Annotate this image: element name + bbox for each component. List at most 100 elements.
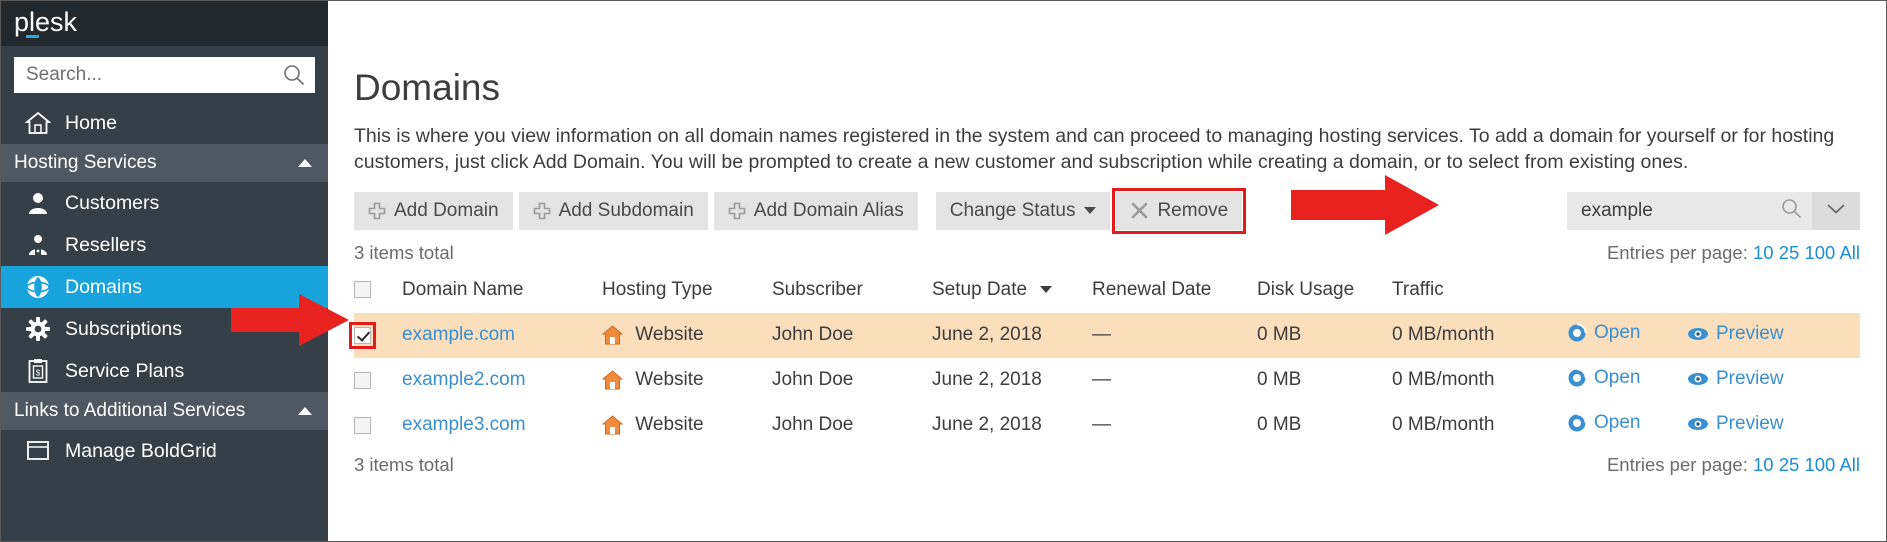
cell-open-action: Open [1567,358,1687,403]
preview-link[interactable]: Preview [1687,413,1784,435]
cell-open-action: Open [1567,313,1687,358]
globe-icon [23,274,53,300]
table-body: example.com Website John Doe June 2, 201… [354,313,1860,448]
entries-option-25[interactable]: 25 [1779,242,1800,263]
sidebar-item-subscriptions[interactable]: Subscriptions [1,308,328,350]
plesk-logo[interactable]: plesk [14,9,77,39]
sidebar-group-hosting-services[interactable]: Hosting Services [1,144,328,182]
domains-table: Domain Name Hosting Type Subscriber Setu… [354,273,1860,448]
sidebar-item-domains[interactable]: Domains [1,266,328,308]
clipboard-icon: $ [23,358,53,384]
filter-search-input[interactable] [1579,199,1781,223]
preview-label: Preview [1716,368,1784,390]
domain-link[interactable]: example2.com [402,369,526,390]
row-checkbox[interactable] [354,417,371,434]
open-icon [1567,368,1587,388]
open-link[interactable]: Open [1567,367,1640,389]
add-subdomain-button[interactable]: Add Subdomain [519,192,708,230]
cell-domain-name: example2.com [402,358,602,403]
plus-icon [533,202,551,220]
column-header-preview-action [1687,273,1860,313]
search-icon [283,64,305,86]
logo-underline-accent [26,35,39,38]
chevron-up-icon [298,407,312,415]
open-label: Open [1594,367,1640,389]
cell-preview-action: Preview [1687,403,1860,448]
column-header-traffic[interactable]: Traffic [1392,273,1567,313]
filter-input-box[interactable] [1567,192,1812,230]
search-icon[interactable] [1781,198,1802,224]
row-checkbox[interactable] [354,327,371,344]
filter-dropdown-button[interactable] [1812,192,1860,230]
page-title: Domains [354,68,1860,109]
entries-option-10[interactable]: 10 [1753,242,1774,263]
cell-subscriber: John Doe [772,358,932,403]
open-icon [1567,323,1587,343]
entries-option-all[interactable]: All [1839,242,1860,263]
add-domain-alias-button[interactable]: Add Domain Alias [714,192,918,230]
column-header-setup-date-label: Setup Date [932,279,1027,300]
column-header-disk-usage[interactable]: Disk Usage [1257,273,1392,313]
cell-subscriber: John Doe [772,313,932,358]
table-row[interactable]: example3.com Website John Doe June 2, 20… [354,403,1860,448]
sidebar-item-home[interactable]: Home [1,102,328,144]
remove-button[interactable]: Remove [1116,192,1242,230]
open-link[interactable]: Open [1567,322,1640,344]
svg-text:$: $ [36,369,41,378]
column-header-renewal-date[interactable]: Renewal Date [1092,273,1257,313]
sidebar-search-box[interactable] [14,57,315,93]
items-total-bottom: 3 items total [354,454,454,476]
column-header-setup-date[interactable]: Setup Date [932,273,1092,313]
cell-domain-name: example3.com [402,403,602,448]
entries-per-page-bottom: Entries per page: 10 25 100 All [1607,454,1860,476]
add-domain-button[interactable]: Add Domain [354,192,513,230]
entries-option-10[interactable]: 10 [1753,454,1774,475]
eye-preview-icon [1687,371,1709,387]
cell-renewal-date: — [1092,403,1257,448]
plus-icon [368,202,386,220]
table-head: Domain Name Hosting Type Subscriber Setu… [354,273,1860,313]
plus-icon [728,202,746,220]
sidebar-group-links-to-additional-services[interactable]: Links to Additional Services [1,392,328,430]
sidebar-item-label: Home [65,112,117,135]
change-status-button[interactable]: Change Status [936,192,1111,230]
sidebar-item-customers[interactable]: Customers [1,182,328,224]
sidebar-item-manage-boldgrid[interactable]: Manage BoldGrid [1,430,328,472]
search-input[interactable] [24,63,283,87]
chevron-up-icon [298,159,312,167]
sort-descending-icon [1040,286,1052,293]
entries-per-page-label: Entries per page: [1607,242,1748,263]
items-total-top: 3 items total [354,242,454,264]
preview-link[interactable]: Preview [1687,368,1784,390]
row-select-cell [354,358,402,403]
hosting-type-label: Website [635,369,703,390]
sidebar-item-resellers[interactable]: Resellers [1,224,328,266]
table-row[interactable]: example.com Website John Doe June 2, 201… [354,313,1860,358]
open-link[interactable]: Open [1567,412,1640,434]
entries-option-25[interactable]: 25 [1779,454,1800,475]
column-header-domain-name[interactable]: Domain Name [402,273,602,313]
column-header-hosting-type[interactable]: Hosting Type [602,273,772,313]
row-checkbox[interactable] [354,372,371,389]
row-select-cell [354,403,402,448]
cell-preview-action: Preview [1687,358,1860,403]
sidebar-group-label: Hosting Services [14,152,157,174]
cell-setup-date: June 2, 2018 [932,403,1092,448]
sidebar-item-service-plans[interactable]: $ Service Plans [1,350,328,392]
open-icon [1567,413,1587,433]
select-all-checkbox[interactable] [354,281,371,298]
entries-option-100[interactable]: 100 [1804,454,1835,475]
domain-link[interactable]: example3.com [402,414,526,435]
entries-option-100[interactable]: 100 [1804,242,1835,263]
entries-option-all[interactable]: All [1839,454,1860,475]
preview-link[interactable]: Preview [1687,323,1784,345]
entries-per-page-top: Entries per page: 10 25 100 All [1607,242,1860,264]
column-header-subscriber[interactable]: Subscriber [772,273,932,313]
cell-renewal-date: — [1092,358,1257,403]
domain-link[interactable]: example.com [402,324,515,345]
cell-hosting-type: Website [602,313,772,358]
table-row[interactable]: example2.com Website John Doe June 2, 20… [354,358,1860,403]
column-header-open-action [1567,273,1687,313]
preview-label: Preview [1716,413,1784,435]
cell-renewal-date: — [1092,313,1257,358]
